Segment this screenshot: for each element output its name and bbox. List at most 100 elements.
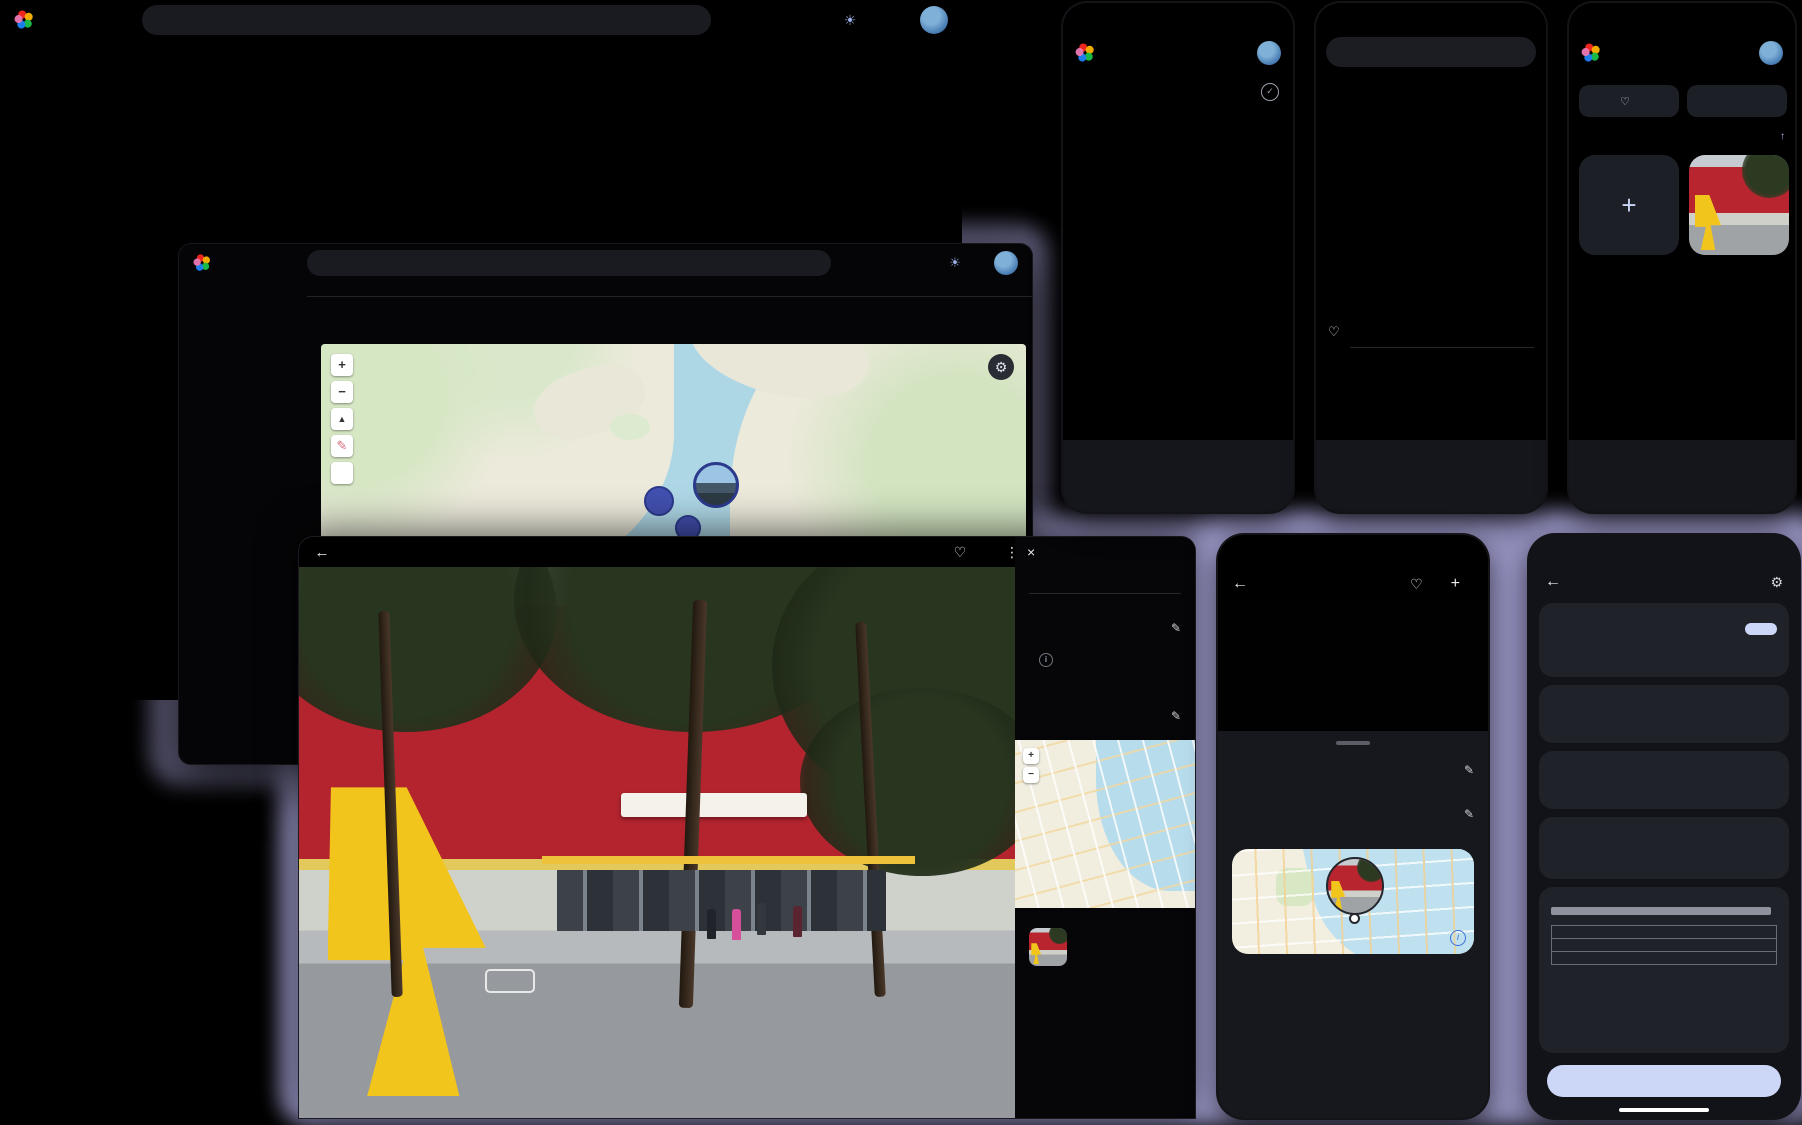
zoom-in-icon[interactable] xyxy=(895,539,921,565)
edit-location-icon[interactable]: ✎ xyxy=(1171,709,1181,723)
appears-in-header xyxy=(1015,908,1195,926)
back-icon[interactable]: ← xyxy=(309,539,335,565)
user-avatar[interactable] xyxy=(994,251,1018,275)
zoom-in-button[interactable]: + xyxy=(1023,748,1039,764)
map-photo-marker[interactable] xyxy=(693,462,739,508)
user-avatar[interactable] xyxy=(920,6,948,34)
immich-flower-icon xyxy=(1581,42,1603,64)
upload-file-row xyxy=(1552,926,1776,939)
immich-logo[interactable] xyxy=(193,253,297,273)
fullscreen-button[interactable] xyxy=(331,462,353,484)
immich-logo[interactable] xyxy=(14,9,132,31)
immich-flower-icon xyxy=(193,253,213,273)
photo-grid[interactable] xyxy=(1063,115,1293,445)
more-options-icon[interactable]: ⋮ xyxy=(999,539,1025,565)
activity-favorites-row[interactable]: ♡ xyxy=(1328,319,1534,345)
zoom-out-button[interactable]: − xyxy=(1023,767,1039,783)
edit-location-icon[interactable]: ✎ xyxy=(1464,807,1474,821)
detail-location-row[interactable]: ✎ xyxy=(1015,700,1195,732)
home-indicator xyxy=(1619,1108,1709,1112)
detail-camera-row xyxy=(1015,679,1195,700)
photo-dark[interactable] xyxy=(1218,601,1488,731)
phone-photo-detail-screen: ← ♡ + ✎ ✎ i xyxy=(1218,535,1488,1118)
draw-button[interactable]: ✎ xyxy=(331,435,353,457)
photo-decoration xyxy=(800,688,1015,875)
map-cluster-marker[interactable] xyxy=(644,486,674,516)
photo-in-n-out[interactable] xyxy=(299,567,1015,1118)
album-link-sf-trip[interactable] xyxy=(1015,926,1195,968)
bottom-nav xyxy=(1063,440,1293,512)
photo-pin-marker[interactable] xyxy=(1326,857,1384,915)
theme-toggle-sun-icon[interactable]: ☀ xyxy=(942,250,968,276)
detail-date-row[interactable]: ✎ xyxy=(1015,612,1195,644)
album-thumbnail xyxy=(1029,928,1067,966)
category-screenshots-row[interactable] xyxy=(1328,417,1340,441)
backup-albums-card xyxy=(1539,603,1789,677)
add-icon[interactable]: + xyxy=(1451,575,1460,593)
phone-search-screen: ♡ xyxy=(1316,3,1546,512)
favorites-button[interactable]: ♡ xyxy=(1579,85,1679,117)
immich-flower-icon xyxy=(1075,42,1097,64)
edit-date-icon[interactable]: ✎ xyxy=(1464,763,1474,777)
details-header xyxy=(1015,594,1195,612)
info-minimap[interactable]: + − xyxy=(1015,740,1195,908)
zoom-in-button[interactable]: + xyxy=(331,354,353,376)
delete-trash-icon[interactable] xyxy=(973,539,999,565)
new-album-card[interactable]: + xyxy=(1579,155,1679,255)
photo-doors xyxy=(557,870,886,931)
description-input[interactable] xyxy=(1015,567,1195,593)
edit-date-icon[interactable]: ✎ xyxy=(1171,621,1181,635)
search-input[interactable] xyxy=(142,5,711,35)
file-info-icon[interactable]: i xyxy=(1039,653,1053,667)
map-settings-button[interactable]: ⚙ xyxy=(988,354,1014,380)
phone-photos-screen: ✓ xyxy=(1063,3,1293,512)
album-card-sf-trip[interactable] xyxy=(1689,155,1789,255)
archive-button[interactable] xyxy=(1687,85,1787,117)
back-icon[interactable]: ← xyxy=(1545,573,1561,591)
photo-viewer-window: ← ♡ ⋮ × xyxy=(299,537,1195,1118)
theme-toggle-sun-icon[interactable]: ☀ xyxy=(837,7,863,33)
user-avatar[interactable] xyxy=(1257,41,1281,65)
start-backup-button[interactable] xyxy=(1547,1065,1781,1097)
share-icon[interactable] xyxy=(869,539,895,565)
sidebar xyxy=(0,48,140,700)
detail-camera-row xyxy=(1218,1075,1488,1096)
places-row xyxy=(1316,201,1546,281)
stat-card-total xyxy=(1539,685,1789,743)
settings-gear-icon[interactable]: ⚙ xyxy=(1770,574,1783,591)
sort-created-date-link[interactable]: ↑ xyxy=(1780,131,1785,142)
photo-pedestrian xyxy=(707,909,716,939)
info-icon[interactable] xyxy=(921,539,947,565)
search-input[interactable] xyxy=(307,250,831,276)
zoom-out-button[interactable]: − xyxy=(331,381,353,403)
favorite-heart-icon[interactable]: ♡ xyxy=(1410,576,1423,593)
description-input[interactable] xyxy=(1218,777,1488,791)
bottom-nav xyxy=(1316,440,1546,512)
phone-backup-screen: ← ⚙ xyxy=(1529,535,1799,1118)
pin-dot xyxy=(1349,913,1360,924)
compass-button[interactable]: ▲ xyxy=(331,408,353,430)
uploading-file-card xyxy=(1539,887,1789,1053)
back-icon[interactable]: ← xyxy=(1232,575,1248,593)
minimap-roads xyxy=(1015,740,1195,908)
upload-progress-bar xyxy=(1551,907,1771,915)
photo-sign xyxy=(621,793,807,817)
sidebar xyxy=(179,290,299,764)
photo-pedestrian xyxy=(757,903,766,935)
upload-id-row xyxy=(1552,952,1776,964)
activity-recent-row[interactable] xyxy=(1328,353,1534,379)
photo-awning xyxy=(542,856,914,864)
detail-sheet: ✎ ✎ i xyxy=(1218,731,1488,1118)
select-button[interactable] xyxy=(1745,623,1777,635)
phone-library-screen: ♡ ↑ + xyxy=(1569,3,1795,512)
stat-card-remainder xyxy=(1539,817,1789,879)
people-faces-row xyxy=(1328,99,1546,171)
select-all-check-icon[interactable]: ✓ xyxy=(1261,83,1279,101)
favorite-heart-icon[interactable]: ♡ xyxy=(947,539,973,565)
location-map[interactable]: i xyxy=(1232,849,1474,954)
photo-pedestrian xyxy=(793,906,802,937)
stat-card-backup xyxy=(1539,751,1789,809)
search-input[interactable] xyxy=(1326,37,1536,67)
user-avatar[interactable] xyxy=(1759,41,1783,65)
attribution-info-icon[interactable]: i xyxy=(1450,930,1466,946)
